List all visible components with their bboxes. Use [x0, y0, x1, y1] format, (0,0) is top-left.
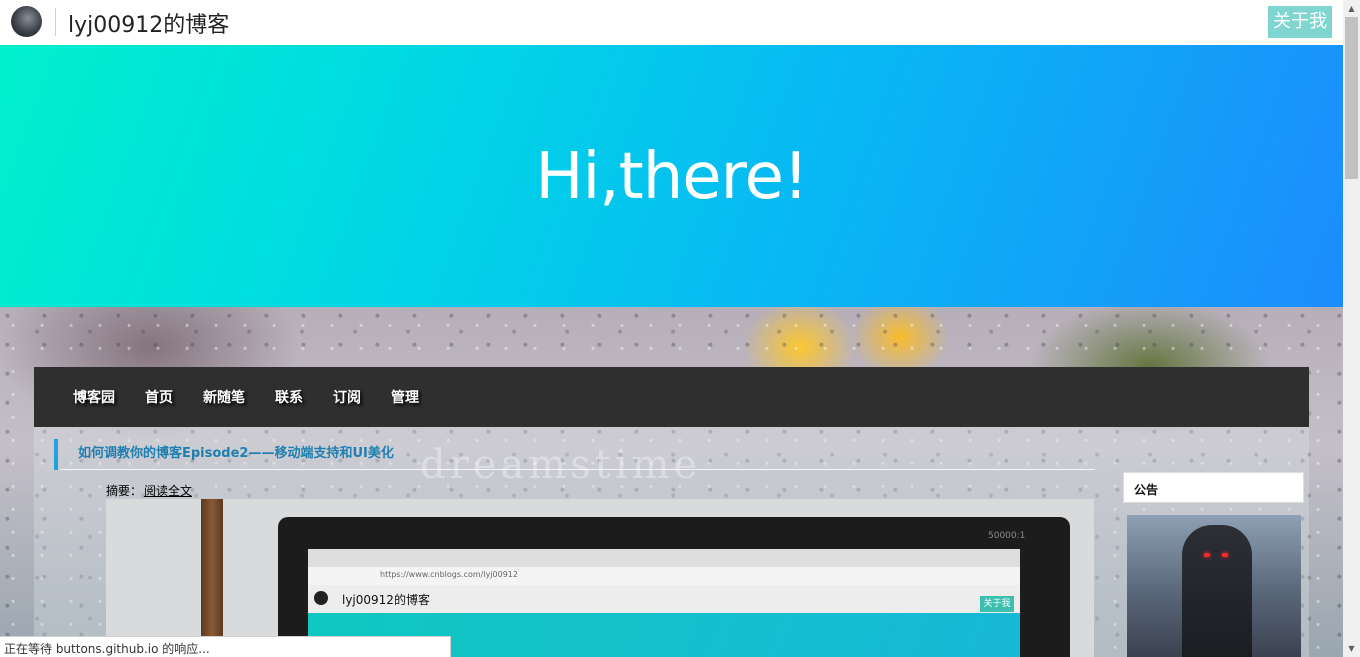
photo-inner-about: 关于我	[980, 596, 1014, 612]
photo-inner-avatar	[314, 591, 328, 605]
nav-item-contact[interactable]: 联系	[275, 387, 303, 407]
photo-strap	[201, 499, 223, 657]
sidebar-notice-header: 公告	[1123, 472, 1304, 503]
nav-item-cnblogs[interactable]: 博客园	[73, 387, 115, 407]
figure-eye-left	[1204, 553, 1210, 557]
nav-item-manage[interactable]: 管理	[391, 387, 419, 407]
figure-eye-right	[1222, 553, 1228, 557]
photo-browser-tabs	[308, 549, 1020, 567]
page-scrollbar[interactable]: ▲ ▼	[1343, 0, 1360, 657]
avatar[interactable]	[11, 6, 42, 37]
image-watermark: dreamstime	[420, 442, 702, 488]
nav-item-new-post[interactable]: 新随笔	[203, 387, 245, 407]
site-title[interactable]: lyj00912的博客	[68, 7, 229, 39]
summary-label: 摘要：	[106, 484, 143, 498]
main-nav: 博客园 首页 新随笔 联系 订阅 管理	[34, 367, 1309, 427]
sidebar-notice-title: 公告	[1134, 483, 1159, 497]
sidebar-figure	[1182, 525, 1252, 657]
photo-inner-title: lyj00912的博客	[342, 593, 430, 607]
read-more-link[interactable]: 阅读全文	[144, 482, 192, 499]
monitor-logo: 50000:1	[988, 531, 1026, 541]
sidebar-image	[1127, 515, 1301, 657]
post-photo: 50000:1 https://www.cnblogs.com/lyj00912…	[106, 499, 1094, 657]
hero-greeting: Hi,there!	[535, 140, 808, 214]
post-divider	[60, 469, 1095, 470]
scroll-up-icon[interactable]: ▲	[1343, 0, 1360, 17]
nav-item-home[interactable]: 首页	[145, 387, 173, 407]
top-header: lyj00912的博客 关于我	[0, 0, 1343, 45]
scroll-down-icon[interactable]: ▼	[1343, 640, 1360, 657]
scroll-thumb[interactable]	[1345, 17, 1358, 179]
hero-banner: Hi,there!	[0, 45, 1343, 307]
browser-status-bar: 正在等待 buttons.github.io 的响应...	[0, 636, 451, 657]
post-title[interactable]: 如何调教你的博客Episode2——移动端支持和UI美化	[78, 442, 394, 461]
post-title-accent	[54, 439, 58, 470]
header-divider	[55, 8, 56, 36]
about-me-button[interactable]: 关于我	[1268, 6, 1332, 38]
status-text: 正在等待 buttons.github.io 的响应...	[4, 642, 210, 656]
photo-address-text: https://www.cnblogs.com/lyj00912	[380, 570, 518, 579]
nav-item-subscribe[interactable]: 订阅	[333, 387, 361, 407]
